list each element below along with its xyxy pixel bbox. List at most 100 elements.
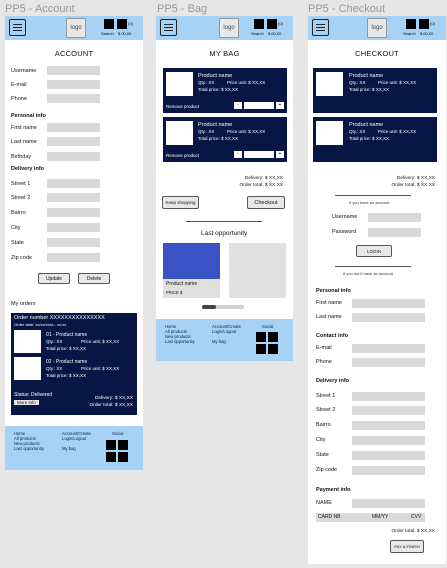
pay-finish-button[interactable]: PAY & FINISH bbox=[390, 540, 424, 553]
carousel-scrollbar[interactable] bbox=[202, 305, 244, 309]
first-name-label: First name bbox=[316, 300, 342, 306]
last-name-input[interactable] bbox=[47, 137, 100, 146]
phone-input[interactable] bbox=[352, 358, 425, 367]
footer-links-account: Account/Create Login/Logout My bag bbox=[62, 431, 91, 451]
birthday-label: Birthday bbox=[11, 154, 32, 160]
social-icon[interactable] bbox=[118, 452, 128, 462]
cart-icon[interactable] bbox=[117, 19, 127, 29]
bairro-input[interactable] bbox=[352, 421, 425, 430]
opportunity-product-card[interactable] bbox=[229, 243, 286, 298]
remove-product-link[interactable]: Remove product bbox=[166, 104, 199, 109]
cart-icon[interactable] bbox=[267, 19, 277, 29]
keep-shopping-button[interactable]: Keep shopping bbox=[162, 196, 199, 209]
menu-icon[interactable] bbox=[160, 19, 177, 36]
password-input[interactable] bbox=[368, 228, 421, 237]
header: logo (0) Search $ 00,00 bbox=[308, 16, 446, 40]
product-thumbnail bbox=[166, 72, 193, 96]
product-thumbnail bbox=[166, 121, 193, 145]
opportunity-product-price: PRICE $ bbox=[166, 290, 183, 295]
order-status: Status: Delivered bbox=[14, 392, 53, 398]
footer-my-bag-link[interactable]: My bag bbox=[212, 339, 241, 344]
street1-input[interactable] bbox=[47, 179, 100, 188]
checkout-item-card: Product name Qty.: XX Price unit: $ XX,X… bbox=[313, 68, 437, 113]
footer-login-logout-link[interactable]: Login/Logout bbox=[62, 436, 91, 441]
header: logo (0) Search $ 00,00 bbox=[5, 16, 143, 40]
quantity-input[interactable] bbox=[244, 151, 274, 158]
first-name-label: First name bbox=[11, 125, 37, 131]
header: logo (0) Search $ 00,00 bbox=[156, 16, 293, 40]
birthday-input[interactable] bbox=[47, 152, 100, 161]
login-button[interactable]: LOGIN bbox=[356, 245, 392, 257]
increase-quantity-button[interactable]: + bbox=[276, 151, 284, 158]
state-input[interactable] bbox=[352, 451, 425, 460]
email-label: E-mail bbox=[11, 82, 27, 88]
search-icon[interactable] bbox=[406, 19, 416, 29]
footer-links-account: Account/Create Login/Logout My bag bbox=[212, 324, 241, 344]
street1-input[interactable] bbox=[352, 392, 425, 401]
menu-icon[interactable] bbox=[9, 19, 26, 36]
cart-icon[interactable] bbox=[419, 19, 429, 29]
product-total: Total price: $ XX,XX bbox=[349, 87, 390, 92]
social-icon[interactable] bbox=[106, 440, 116, 450]
city-label: City bbox=[11, 225, 21, 231]
product-total: Total price: $ XX,XX bbox=[349, 136, 390, 141]
footer-login-logout-link[interactable]: Login/Logout bbox=[212, 329, 241, 334]
footer-last-opportunity-link[interactable]: Last opportunity bbox=[165, 339, 195, 344]
city-input[interactable] bbox=[352, 436, 425, 445]
checkout-button[interactable]: Checkout bbox=[247, 196, 285, 209]
footer-social-label: Social bbox=[262, 324, 274, 329]
decrease-quantity-button[interactable]: - bbox=[234, 102, 242, 109]
social-icon[interactable] bbox=[118, 440, 128, 450]
social-icon[interactable] bbox=[256, 332, 266, 342]
decrease-quantity-button[interactable]: - bbox=[234, 151, 242, 158]
street2-input[interactable] bbox=[47, 193, 100, 202]
logo[interactable]: logo bbox=[219, 18, 239, 38]
username-label: Username bbox=[11, 68, 37, 74]
street1-label: Street 1 bbox=[316, 393, 336, 399]
delete-button[interactable]: Delete bbox=[78, 273, 110, 284]
street2-input[interactable] bbox=[352, 406, 425, 415]
menu-icon[interactable] bbox=[312, 19, 329, 36]
have-account-text: If you have an account bbox=[349, 200, 390, 205]
phone-input[interactable] bbox=[47, 94, 100, 103]
frame-title-checkout: PP5 - Checkout bbox=[308, 3, 386, 15]
email-input[interactable] bbox=[47, 80, 100, 89]
item-qty: Qty.: XX bbox=[46, 366, 63, 371]
increase-quantity-button[interactable]: + bbox=[276, 102, 284, 109]
social-icon[interactable] bbox=[268, 332, 278, 342]
first-name-input[interactable] bbox=[352, 299, 425, 308]
search-icon[interactable] bbox=[104, 19, 114, 29]
product-name: Product name bbox=[349, 122, 384, 128]
state-input[interactable] bbox=[47, 238, 100, 247]
footer: Home All products New products Last oppo… bbox=[156, 319, 293, 361]
bairro-input[interactable] bbox=[47, 208, 100, 217]
zip-input[interactable] bbox=[352, 466, 425, 475]
quantity-input[interactable] bbox=[244, 102, 274, 109]
last-name-input[interactable] bbox=[352, 313, 425, 322]
email-input[interactable] bbox=[352, 344, 425, 353]
cardholder-name-input[interactable] bbox=[352, 499, 425, 508]
footer-social-label: Social bbox=[112, 431, 124, 436]
social-icon[interactable] bbox=[268, 344, 278, 354]
city-input[interactable] bbox=[47, 223, 100, 232]
checkout-final-total: Order total: $ XX,XX bbox=[391, 529, 435, 534]
footer-last-opportunity-link[interactable]: Last opportunity bbox=[14, 446, 44, 451]
social-icon[interactable] bbox=[106, 452, 116, 462]
footer-my-bag-link[interactable]: My bag bbox=[62, 446, 91, 451]
cart-total: $ 00,00 bbox=[420, 31, 434, 36]
username-input[interactable] bbox=[368, 213, 421, 222]
logo[interactable]: logo bbox=[367, 18, 387, 38]
carousel-scrollbar-thumb[interactable] bbox=[202, 305, 216, 309]
username-input[interactable] bbox=[47, 66, 100, 75]
personal-info-heading: Personal info bbox=[316, 288, 351, 294]
contact-info-heading: Contact info bbox=[316, 333, 349, 339]
update-button[interactable]: Update bbox=[38, 273, 70, 284]
social-icon[interactable] bbox=[256, 344, 266, 354]
zip-input[interactable] bbox=[47, 253, 100, 262]
logo[interactable]: logo bbox=[66, 18, 86, 38]
remove-product-link[interactable]: Remove product bbox=[166, 153, 199, 158]
first-name-input[interactable] bbox=[47, 123, 100, 132]
more-info-button[interactable]: More info bbox=[14, 400, 39, 405]
opportunity-product-image[interactable] bbox=[163, 243, 220, 279]
search-icon[interactable] bbox=[254, 19, 264, 29]
